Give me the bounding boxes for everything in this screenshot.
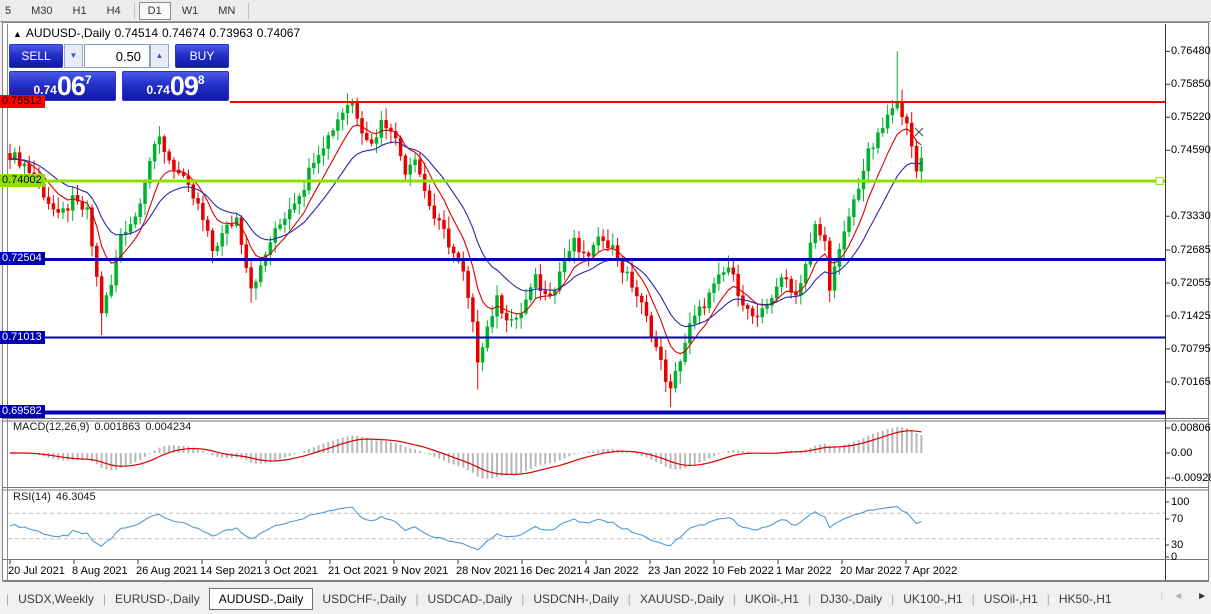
macd-name: MACD(12,26,9) — [13, 421, 89, 433]
spin-down-icon: ▼ — [70, 51, 78, 60]
rsi-value: 46.3045 — [56, 491, 96, 503]
date-tick-label: 21 Oct 2021 — [328, 565, 388, 577]
buy-price-prefix: 0.74 — [146, 83, 169, 97]
buy-price-big: 09 — [170, 74, 198, 99]
price-line-label-0.74002: 0.74002 — [0, 174, 45, 187]
macd-indicator-label: MACD(12,26,9) 0.001863 0.004234 — [13, 421, 196, 433]
mt4-window: 5M30H1H4D1W1MN ▲AUDUSD-,Daily0.745140.74… — [0, 0, 1211, 614]
date-tick-label: 4 Jan 2022 — [584, 565, 638, 577]
axis-tick-label: 0.75850 — [1171, 78, 1211, 90]
date-tick-label: 9 Nov 2021 — [392, 565, 448, 577]
collapse-chart-icon[interactable]: ▲ — [13, 29, 22, 39]
date-tick-label: 26 Aug 2021 — [136, 565, 198, 577]
chart-tab-ukoil-h1[interactable]: UKOil-,H1 — [736, 589, 808, 609]
axis-tick-label: 0.71425 — [1171, 310, 1211, 322]
axis-tick-label: 0.70165 — [1171, 376, 1211, 388]
volume-input[interactable] — [84, 44, 150, 68]
buy-price-button[interactable]: 0.74098 — [122, 71, 229, 101]
chart-tab-usdchf-daily[interactable]: USDCHF-,Daily — [313, 589, 415, 609]
axis-tick-label: 100 — [1171, 496, 1189, 508]
price-line-label-0.72504: 0.72504 — [0, 252, 45, 265]
axis-tick-label: 0.72685 — [1171, 244, 1211, 256]
date-tick-label: 20 Mar 2022 — [840, 565, 902, 577]
ohlc-high: 0.74674 — [162, 26, 205, 40]
date-tick-label: 1 Mar 2022 — [776, 565, 832, 577]
volume-decrease-button[interactable]: ▼ — [64, 44, 83, 68]
axis-tick-label: 0.74590 — [1171, 144, 1211, 156]
tabs-scroll-left-button[interactable]: ◄ — [1173, 591, 1183, 602]
sell-button[interactable]: SELL — [9, 44, 63, 68]
date-tick-label: 10 Feb 2022 — [712, 565, 774, 577]
date-tick-label: 28 Nov 2021 — [456, 565, 518, 577]
axis-tick-label: 30 — [1171, 539, 1183, 551]
ma-cross-marker — [915, 128, 923, 136]
buy-button[interactable]: BUY — [175, 44, 229, 68]
ma-slow-line — [10, 142, 921, 327]
chart-tab-xauusd-daily[interactable]: XAUUSD-,Daily — [631, 589, 733, 609]
rsi-indicator-label: RSI(14) 46.3045 — [13, 491, 101, 503]
price-line-label-0.69582: 0.69582 — [0, 405, 45, 418]
axis-tick-label: 0.72055 — [1171, 277, 1211, 289]
axis-tick-label: 0.008061 — [1171, 422, 1211, 434]
axis-tick-label: 0.75220 — [1171, 111, 1211, 123]
macd-value-1: 0.001863 — [94, 421, 140, 433]
axis-tick-label: 0.00 — [1171, 447, 1192, 459]
chart-title: ▲ AUDUSD-,Daily 0.74514 0.74674 0.73963 0.740… — [13, 27, 304, 40]
volume-increase-button[interactable]: ▲ — [150, 44, 169, 68]
date-tick-label: 8 Aug 2021 — [72, 565, 128, 577]
sell-price-sup: 7 — [85, 73, 92, 87]
candlesticks — [9, 51, 923, 407]
chart-tab-uk100-h1[interactable]: UK100-,H1 — [894, 589, 971, 609]
date-tick-label: 7 Apr 2022 — [904, 565, 957, 577]
buy-price-sup: 8 — [198, 73, 205, 87]
date-tick-label: 23 Jan 2022 — [648, 565, 709, 577]
ohlc-low: 0.73963 — [209, 26, 252, 40]
chart-tab-usoil-h1[interactable]: USOil-,H1 — [975, 589, 1047, 609]
axis-tick-label: 0.76480 — [1171, 45, 1211, 57]
macd-signal-line — [10, 431, 921, 475]
chart-tabs-bar: |USDX,Weekly|EURUSD-,DailyAUDUSD-,DailyU… — [0, 583, 1211, 614]
chart-tab-eurusd-daily[interactable]: EURUSD-,Daily — [106, 589, 209, 609]
line-handle[interactable] — [1156, 178, 1163, 185]
one-click-trading-panel: SELL ▼ ▲ BUY 0.74 067 0.74098 — [9, 44, 229, 101]
axis-tick-label: 0.73330 — [1171, 210, 1211, 222]
date-tick-label: 20 Jul 2021 — [8, 565, 65, 577]
sell-price-big: 06 — [57, 74, 85, 99]
ma-fast-line — [10, 125, 921, 354]
axis-tick-label: 0.70795 — [1171, 343, 1211, 355]
ohlc-open: 0.74514 — [115, 26, 158, 40]
date-tick-label: 14 Sep 2021 — [200, 565, 262, 577]
rsi-name: RSI(14) — [13, 491, 51, 503]
tabs-scroll-right-button[interactable]: ► — [1197, 591, 1207, 602]
price-line-label-0.75512: 0.75512 — [0, 95, 45, 108]
chart-tab-audusd-daily[interactable]: AUDUSD-,Daily — [209, 588, 314, 610]
price-line-label-0.71013: 0.71013 — [0, 331, 45, 344]
spin-up-icon: ▲ — [156, 51, 164, 60]
chart-tab-dj30-daily[interactable]: DJ30-,Daily — [811, 589, 891, 609]
axis-tick-label: -0.009286 — [1171, 472, 1211, 484]
chart-tab-usdcad-daily[interactable]: USDCAD-,Daily — [419, 589, 522, 609]
date-tick-label: 3 Oct 2021 — [264, 565, 318, 577]
date-tick-label: 16 Dec 2021 — [520, 565, 582, 577]
macd-value-2: 0.004234 — [145, 421, 191, 433]
axis-tick-label: 70 — [1171, 513, 1183, 525]
chart-tab-usdx-weekly[interactable]: USDX,Weekly — [9, 589, 103, 609]
chart-tab-hk50-h1[interactable]: HK50-,H1 — [1050, 589, 1121, 609]
axis-tick-label: 0 — [1171, 551, 1177, 563]
ohlc-close: 0.74067 — [257, 26, 300, 40]
chart-tab-usdcnh-daily[interactable]: USDCNH-,Daily — [524, 589, 627, 609]
chart-symbol-label: AUDUSD-,Daily — [26, 26, 111, 40]
